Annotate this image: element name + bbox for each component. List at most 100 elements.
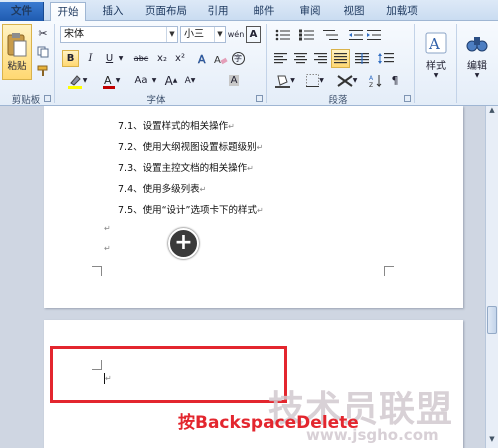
font-name-combo[interactable]: 宋体 ▼ <box>60 26 178 43</box>
multilevel-list-icon <box>323 29 338 40</box>
shading-button[interactable]: ▼ <box>272 72 298 89</box>
chevron-down-icon: ▼ <box>319 77 324 84</box>
group-separator <box>266 24 267 103</box>
highlighter-icon <box>67 74 82 89</box>
bullets-button[interactable] <box>272 26 294 43</box>
change-case-button[interactable]: Aa <box>130 72 152 89</box>
shrink-font-button[interactable]: A ▼ <box>182 72 198 89</box>
list-item[interactable]: 7.5、使用“设计”选项卡下的样式↵ <box>118 202 264 216</box>
copy-button[interactable] <box>36 45 50 59</box>
chevron-down-icon: ▼ <box>151 77 157 84</box>
tab-page-layout[interactable]: 页面布局 <box>138 2 194 21</box>
paragraph-launcher[interactable] <box>404 95 411 102</box>
justify-button[interactable] <box>331 49 350 68</box>
numbering-button[interactable] <box>296 26 318 43</box>
sort-icon: AZ <box>369 74 381 88</box>
font-size-combo[interactable]: 小三 ▼ <box>180 26 226 43</box>
highlight-button[interactable]: ▼ <box>62 72 92 89</box>
enclose-char-button[interactable]: 字 <box>230 50 246 67</box>
tab-addins[interactable]: 加载项 <box>378 2 426 21</box>
font-group-label: 字体 <box>146 95 166 106</box>
indent-icon <box>367 29 381 40</box>
align-left-button[interactable] <box>272 50 289 67</box>
group-separator <box>54 24 55 103</box>
distributed-button[interactable] <box>353 50 370 67</box>
strikethrough-button[interactable]: abc <box>131 50 151 67</box>
chevron-down-icon[interactable]: ▼ <box>166 27 177 42</box>
multilevel-list-button[interactable] <box>320 26 342 43</box>
show-formatting-button[interactable]: ¶ <box>388 72 402 89</box>
tab-insert[interactable]: 插入 <box>95 2 131 21</box>
increase-indent-button[interactable] <box>366 26 382 43</box>
asian-layout-button[interactable]: ▼ <box>334 72 360 89</box>
phonetic-guide-button[interactable]: wén <box>227 26 245 43</box>
pilcrow-icon: ¶ <box>391 74 399 87</box>
binoculars-icon <box>466 37 488 52</box>
font-launcher[interactable] <box>256 95 263 102</box>
borders-icon <box>306 74 320 87</box>
align-center-icon <box>294 53 307 64</box>
svg-text:A: A <box>104 74 112 87</box>
scroll-down-icon[interactable]: ▼ <box>486 435 498 448</box>
tab-view[interactable]: 视图 <box>336 2 372 21</box>
ribbon-tab-bar: 文件 开始 插入 页面布局 引用 邮件 审阅 视图 加载项 <box>0 0 498 21</box>
group-separator <box>456 24 457 103</box>
sort-button[interactable]: AZ <box>366 72 384 89</box>
font-color-button[interactable]: A ▼ <box>96 72 126 89</box>
scroll-thumb[interactable] <box>487 306 497 334</box>
styles-button[interactable]: A 样式 ▼ <box>418 24 454 86</box>
list-item[interactable]: 7.3、设置主控文档的相关操作↵ <box>118 160 254 174</box>
styles-label: 样式 <box>426 61 446 72</box>
line-spacing-button[interactable] <box>375 50 397 67</box>
case-dropdown[interactable]: ▼ <box>150 72 158 89</box>
list-item[interactable]: 7.1、设置样式的相关操作↵ <box>118 118 235 132</box>
align-right-button[interactable] <box>312 50 329 67</box>
borders-button[interactable]: ▼ <box>302 72 328 89</box>
decrease-indent-button[interactable] <box>348 26 364 43</box>
vertical-scrollbar[interactable]: ▲ ▼ <box>485 106 498 448</box>
tab-mailings[interactable]: 邮件 <box>246 2 282 21</box>
underline-dropdown[interactable]: ▼ <box>117 50 125 67</box>
scroll-up-icon[interactable]: ▲ <box>486 106 498 119</box>
text-effects-button[interactable]: A <box>196 50 210 67</box>
superscript-button[interactable]: x² <box>172 50 188 67</box>
paragraph-mark: ↵ <box>104 224 111 233</box>
char-shading-button[interactable]: A <box>226 72 242 89</box>
phonetic-icon: wén <box>227 30 245 39</box>
font-color-icon: A <box>102 74 115 89</box>
list-item[interactable]: 7.4、使用多级列表↵ <box>118 181 206 195</box>
chevron-down-icon[interactable]: ▼ <box>214 27 225 42</box>
paste-button[interactable]: 粘贴 <box>2 24 32 80</box>
bold-button[interactable]: B <box>62 50 79 67</box>
font-name-value: 宋体 <box>64 29 84 40</box>
paste-label: 粘贴 <box>7 61 27 72</box>
styles-icon: A <box>425 32 447 54</box>
editing-button[interactable]: 编辑 ▼ <box>459 24 495 86</box>
paragraph-mark: ↵ <box>104 244 111 253</box>
align-left-icon <box>274 53 287 64</box>
clear-formatting-button[interactable]: A <box>214 50 228 67</box>
align-center-button[interactable] <box>292 50 309 67</box>
list-item[interactable]: 7.2、使用大纲视图设置标题级别↵ <box>118 139 263 153</box>
cut-button[interactable]: ✂ <box>36 26 50 40</box>
distribute-icon <box>354 53 369 64</box>
tab-references[interactable]: 引用 <box>200 2 236 21</box>
brush-icon <box>37 65 48 76</box>
clipboard-launcher[interactable] <box>44 95 51 102</box>
svg-text:A: A <box>369 75 374 82</box>
underline-button[interactable]: U <box>102 50 117 67</box>
grow-font-button[interactable]: A ▲ <box>163 72 179 89</box>
italic-button[interactable]: I <box>83 50 98 67</box>
page-1[interactable]: 7.1、设置样式的相关操作↵ 7.2、使用大纲视图设置标题级别↵ 7.3、设置主… <box>44 106 463 308</box>
format-painter-button[interactable] <box>36 64 50 78</box>
editing-label: 编辑 <box>467 61 487 72</box>
clipboard-icon <box>7 33 27 57</box>
tab-review[interactable]: 审阅 <box>292 2 328 21</box>
tab-file[interactable]: 文件 <box>0 2 44 21</box>
chevron-down-icon: ▼ <box>433 72 439 79</box>
numbered-list-icon <box>299 29 314 40</box>
svg-text:A: A <box>214 55 221 66</box>
char-border-button[interactable]: A <box>246 26 261 43</box>
tab-home[interactable]: 开始 <box>50 2 86 21</box>
subscript-button[interactable]: x₂ <box>154 50 170 67</box>
